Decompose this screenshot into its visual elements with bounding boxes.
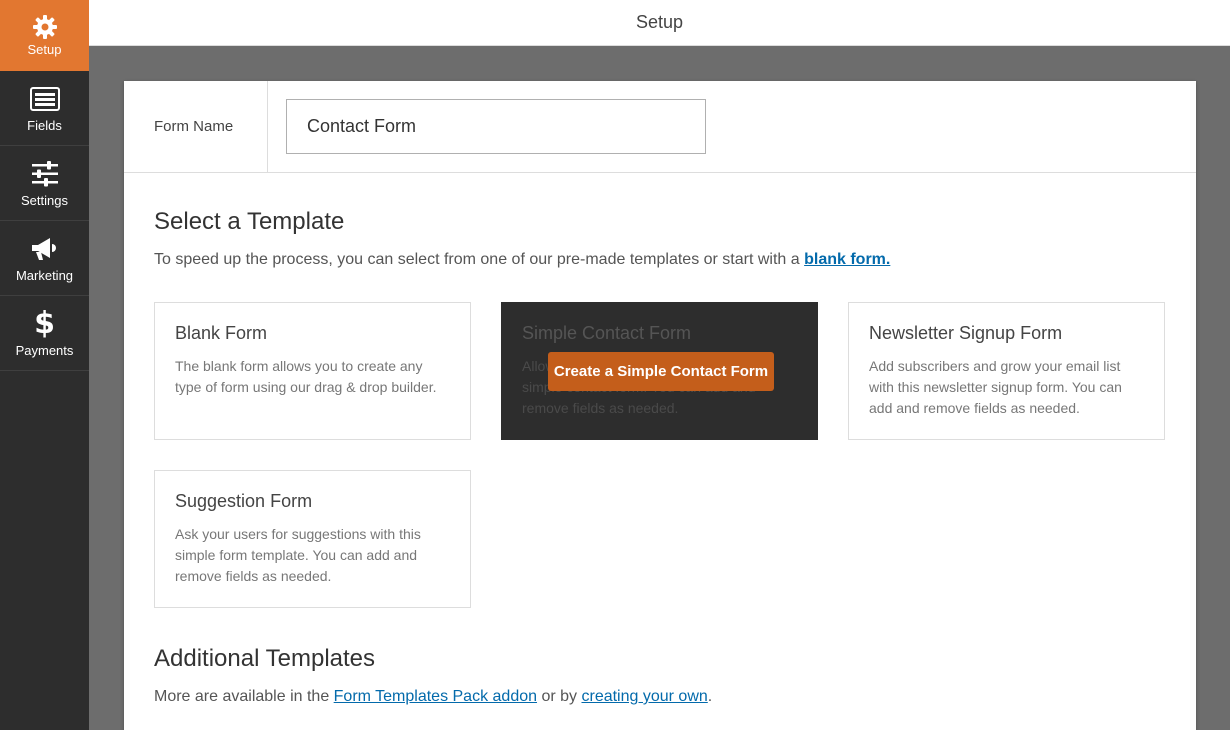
sidebar-item-settings[interactable]: Settings <box>0 146 89 221</box>
card-description: The blank form allows you to create any … <box>175 358 437 395</box>
sliders-icon <box>31 159 59 189</box>
blank-form-link[interactable]: blank form. <box>804 251 890 268</box>
sidebar-item-marketing[interactable]: Marketing <box>0 221 89 296</box>
card-title: Blank Form <box>175 323 268 343</box>
form-templates-pack-link[interactable]: Form Templates Pack addon <box>334 688 537 705</box>
additional-templates-heading: Additional Templates <box>154 645 376 672</box>
template-card-suggestion[interactable]: Suggestion Form Ask your users for sugge… <box>154 470 471 608</box>
additional-suffix: . <box>707 688 713 705</box>
sidebar-item-payments[interactable]: $ Payments <box>0 296 89 371</box>
card-title: Simple Contact Form <box>522 323 692 343</box>
additional-middle: or by <box>537 688 582 705</box>
sidebar-item-label: Marketing <box>15 267 74 283</box>
description-text: To speed up the process, you can select … <box>154 251 805 268</box>
form-name-row: Form Name <box>124 81 1196 173</box>
megaphone-icon <box>30 234 60 264</box>
page-title: Setup <box>635 12 684 32</box>
card-description: Add subscribers and grow your email list… <box>869 358 1122 416</box>
template-card-newsletter[interactable]: Newsletter Signup Form Add subscribers a… <box>848 302 1165 440</box>
sidebar-item-label: Setup <box>27 41 62 57</box>
sidebar-item-label: Payments <box>15 342 74 358</box>
sidebar-item-setup[interactable]: Setup <box>0 0 89 71</box>
additional-prefix: More are available in the <box>154 688 334 705</box>
sidebar: Setup Fields Settings Marketing $ Paymen… <box>0 0 89 730</box>
template-card-simple-contact[interactable]: Simple Contact Form Allow your users to … <box>501 302 818 440</box>
card-description: Ask your users for suggestions with this… <box>175 526 421 584</box>
template-card-blank[interactable]: Blank Form The blank form allows you to … <box>154 302 471 440</box>
sidebar-item-fields[interactable]: Fields <box>0 71 89 146</box>
gear-icon <box>32 14 58 40</box>
create-simple-contact-form-button[interactable]: Create a Simple Contact Form <box>548 352 774 391</box>
sidebar-item-label: Settings <box>21 192 68 208</box>
card-title: Newsletter Signup Form <box>869 323 1063 343</box>
form-name-label: Form Name <box>124 81 268 172</box>
additional-templates-description: More are available in the Form Templates… <box>154 688 712 706</box>
dollar-icon: $ <box>34 306 55 341</box>
select-template-heading: Select a Template <box>154 208 345 235</box>
list-icon <box>29 84 60 114</box>
creating-your-own-link[interactable]: creating your own <box>581 688 707 705</box>
card-title: Suggestion Form <box>175 491 313 511</box>
setup-panel: Form Name Select a Template To speed up … <box>124 81 1196 730</box>
select-template-description: To speed up the process, you can select … <box>154 251 890 269</box>
top-bar: Setup <box>89 0 1230 46</box>
sidebar-item-label: Fields <box>27 117 62 133</box>
form-name-input[interactable] <box>286 99 706 154</box>
